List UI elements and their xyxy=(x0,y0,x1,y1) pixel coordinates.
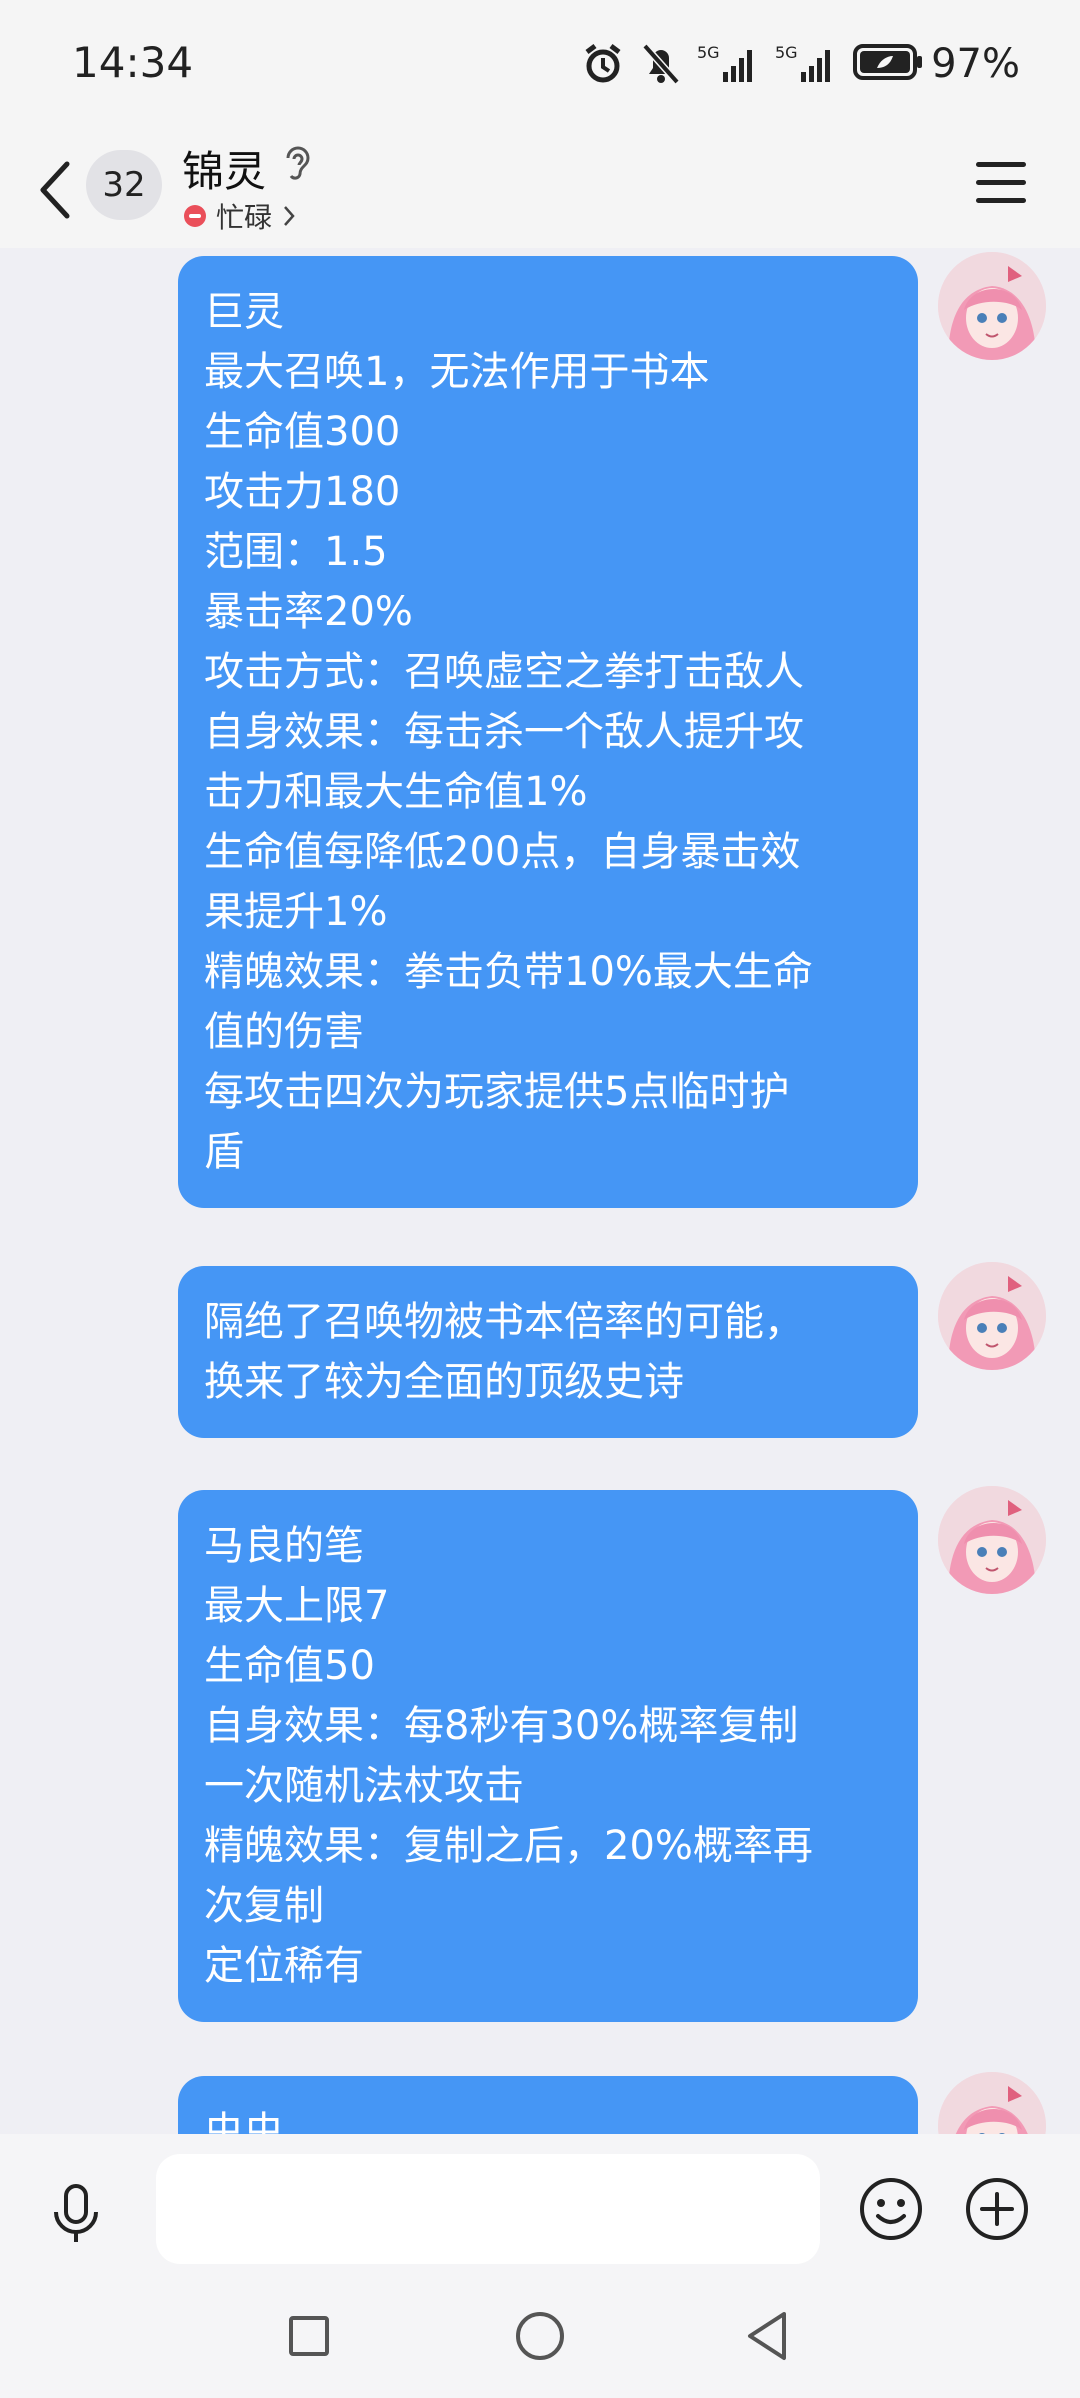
message-line: 巨灵 xyxy=(204,289,284,335)
svg-text:5G: 5G xyxy=(697,43,720,62)
battery-percent: 97% xyxy=(931,41,1020,87)
chat-header: 32 锦灵 忙碌 xyxy=(0,130,1080,248)
status-time: 14:34 xyxy=(72,38,194,87)
message-line: 每攻击四次为玩家提供5点临时护 xyxy=(204,1069,790,1115)
message-line: 生命值300 xyxy=(204,409,401,455)
voice-button[interactable] xyxy=(44,2182,108,2250)
hamburger-line xyxy=(976,180,1026,185)
message-line: 精魄效果：复制之后，20%概率再 xyxy=(204,1823,813,1869)
input-bar xyxy=(0,2134,1080,2284)
chevron-left-icon xyxy=(40,161,70,219)
presence-status[interactable]: 忙碌 xyxy=(184,196,296,236)
message-line: 自身效果：每8秒有30%概率复制 xyxy=(204,1703,799,1749)
busy-icon xyxy=(184,205,206,227)
avatar-image xyxy=(938,252,1046,360)
avatar[interactable] xyxy=(938,1486,1046,1594)
message-line: 最大上限7 xyxy=(204,1583,390,1629)
message-line: 生命值50 xyxy=(204,1643,375,1689)
contact-name[interactable]: 锦灵 xyxy=(182,138,266,199)
message-line: 范围：1.5 xyxy=(204,529,388,575)
recents-square-icon[interactable] xyxy=(289,2316,329,2356)
message-list[interactable]: 巨灵 最大召唤1，无法作用于书本 生命值300 攻击力180 范围：1.5 暴击… xyxy=(0,248,1080,2134)
menu-button[interactable] xyxy=(976,158,1030,210)
battery-icon xyxy=(853,42,923,86)
message-line: 一次随机法杖攻击 xyxy=(204,1763,524,1809)
message-line: 马良的笔 xyxy=(204,1523,364,1569)
back-button[interactable] xyxy=(30,150,80,230)
back-triangle-icon[interactable] xyxy=(744,2310,790,2366)
message-line: 值的伤害 xyxy=(204,1009,364,1055)
message-line: 攻击方式：召唤虚空之拳打击敌人 xyxy=(204,649,804,695)
presence-label: 忙碌 xyxy=(216,201,273,234)
avatar[interactable] xyxy=(938,252,1046,360)
battery-indicator: 97% xyxy=(853,41,1020,87)
message-line: 换来了较为全面的顶级史诗 xyxy=(204,1359,684,1405)
mute-bell-icon xyxy=(641,42,681,86)
message-bubble[interactable]: 马良的笔 最大上限7 生命值50 自身效果：每8秒有30%概率复制 一次随机法杖… xyxy=(178,1490,918,2022)
hamburger-icon xyxy=(976,162,1026,167)
smiley-icon xyxy=(860,2178,922,2240)
avatar[interactable] xyxy=(938,2072,1046,2134)
message-line: 定位稀有 xyxy=(204,1943,364,1989)
message-line: 生命值每降低200点，自身暴击效 xyxy=(204,829,801,875)
signal-5g-icon: 5G xyxy=(697,42,759,86)
status-icons: 5G 5G 97% xyxy=(581,36,1020,92)
svg-text:5G: 5G xyxy=(775,43,798,62)
home-circle-icon[interactable] xyxy=(516,2312,564,2360)
hamburger-line xyxy=(976,198,1026,203)
chevron-right-icon xyxy=(284,206,295,226)
message-input[interactable] xyxy=(156,2154,820,2264)
message-line: 最大召唤1，无法作用于书本 xyxy=(204,349,710,395)
message-line: 自身效果：每击杀一个敌人提升攻 xyxy=(204,709,804,755)
ear-icon xyxy=(282,144,312,188)
microphone-icon xyxy=(54,2184,98,2242)
message-line: 攻击力180 xyxy=(204,469,401,515)
message-line: 次复制 xyxy=(204,1883,324,1929)
avatar-image xyxy=(938,2072,1046,2134)
status-bar: 14:34 5G 5G 97% xyxy=(0,0,1080,130)
signal-5g-icon: 5G xyxy=(775,42,837,86)
message-bubble[interactable]: 隔绝了召唤物被书本倍率的可能， 换来了较为全面的顶级史诗 xyxy=(178,1266,918,1438)
unread-count-badge[interactable]: 32 xyxy=(86,150,162,220)
message-bubble[interactable]: 虫虫 xyxy=(178,2076,918,2134)
message-line: 精魄效果：拳击负带10%最大生命 xyxy=(204,949,813,995)
message-line: 盾 xyxy=(204,1129,244,1175)
more-button[interactable] xyxy=(964,2176,1030,2246)
avatar[interactable] xyxy=(938,1262,1046,1370)
message-line: 击力和最大生命值1% xyxy=(204,769,588,815)
message-line: 果提升1% xyxy=(204,889,388,935)
avatar-image xyxy=(938,1486,1046,1594)
emoji-button[interactable] xyxy=(858,2176,924,2246)
message-line: 隔绝了召唤物被书本倍率的可能， xyxy=(204,1299,804,1345)
message-line: 虫虫 xyxy=(204,2109,284,2134)
plus-circle-icon xyxy=(966,2178,1028,2240)
avatar-image xyxy=(938,1262,1046,1370)
message-line: 暴击率20% xyxy=(204,589,413,635)
message-bubble[interactable]: 巨灵 最大召唤1，无法作用于书本 生命值300 攻击力180 范围：1.5 暴击… xyxy=(178,256,918,1208)
system-nav-bar xyxy=(0,2284,1080,2398)
alarm-icon xyxy=(581,42,625,86)
